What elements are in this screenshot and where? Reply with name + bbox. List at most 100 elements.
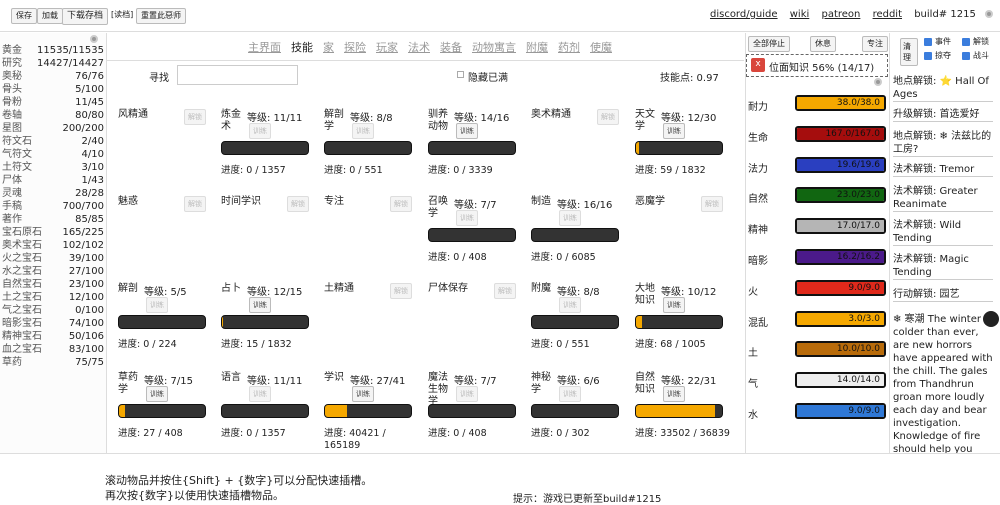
unlock-button[interactable]: 解锁 (390, 283, 412, 299)
resource-value: 85/85 (75, 214, 104, 225)
skill-level: 等级: 7/7 (454, 376, 497, 387)
resource-value: 27/100 (68, 266, 104, 277)
resource-name: 骨头 (2, 84, 22, 95)
tab-7[interactable]: 动物寓言 (472, 41, 516, 54)
unlock-button[interactable]: 解锁 (184, 109, 206, 125)
resource-value: 11535/11535 (37, 45, 104, 56)
skills-panel: 寻找 隐藏已满 技能点: 0.97 风精通 解锁 炼金术 等级: 11/11 训练 进度:… (107, 60, 744, 453)
patreon-link[interactable]: patreon (821, 9, 860, 20)
reset-button[interactable]: 重置此惡师 (136, 8, 186, 24)
tab-5[interactable]: 法术 (408, 41, 430, 54)
log-entry: 地点解锁: ❄ 法兹比的工房? (893, 130, 993, 157)
train-button[interactable]: 训练 (456, 210, 478, 226)
stop-all-button[interactable]: 全部停止 (748, 36, 790, 52)
train-button[interactable]: 训练 (663, 123, 685, 139)
train-button[interactable]: 训练 (352, 123, 374, 139)
resource-name: 精神宝石 (2, 331, 42, 342)
filter-loot-label: 掠夺 (935, 51, 951, 60)
skill-progress: 进度: 0 / 408 (428, 428, 487, 439)
skill-progress: 进度: 0 / 551 (531, 339, 590, 350)
wiki-link[interactable]: wiki (790, 9, 810, 20)
resource-row: 黄金 11535/11535 (2, 44, 104, 57)
tab-8[interactable]: 附魔 (526, 41, 548, 54)
skill-card: 土精通 解锁 (324, 283, 424, 371)
read-save-button[interactable]: [读档] (107, 8, 137, 22)
unlock-button[interactable]: 解锁 (390, 196, 412, 212)
tab-3[interactable]: 探险 (344, 41, 366, 54)
resource-name: 气符文 (2, 149, 32, 160)
train-button[interactable]: 训练 (249, 297, 271, 313)
train-button[interactable]: 训练 (559, 386, 581, 402)
unlock-button[interactable]: 解锁 (494, 283, 516, 299)
discord-icon[interactable] (983, 311, 999, 327)
focus-button[interactable]: 专注 (862, 36, 888, 52)
resource-name: 奥秘 (2, 71, 22, 82)
skill-card: 召唤学 等级: 7/7 训练 进度: 0 / 408 (428, 196, 528, 284)
skill-progress: 进度: 33502 / 36839 (635, 428, 730, 439)
tab-9[interactable]: 药剂 (558, 41, 580, 54)
resource-value: 5/100 (75, 84, 104, 95)
unlock-button[interactable]: 解锁 (287, 196, 309, 212)
footer: 滚动物品并按住{Shift} + {数字}可以分配快速插槽。 再次按{数字}以使… (0, 453, 1000, 505)
tab-0[interactable]: 主界面 (248, 41, 281, 54)
train-button[interactable]: 训练 (663, 297, 685, 313)
search-input[interactable] (177, 65, 298, 85)
skill-progress-bar (635, 404, 723, 418)
tab-6[interactable]: 装备 (440, 41, 462, 54)
skill-level: 等级: 5/5 (144, 287, 187, 298)
skill-progress-bar (221, 141, 309, 155)
stat-name: 精神 (748, 225, 768, 237)
tab-2[interactable]: 家 (323, 41, 334, 54)
load-button[interactable]: 加载 (37, 8, 63, 24)
clear-log-button[interactable]: 清理 (900, 38, 918, 66)
unlock-button[interactable]: 解锁 (184, 196, 206, 212)
close-task-button[interactable]: x (751, 58, 765, 72)
tab-4[interactable]: 玩家 (376, 41, 398, 54)
stat-name: 法力 (748, 163, 768, 175)
settings-gear-icon[interactable] (985, 10, 993, 18)
skill-card: 专注 解锁 (324, 196, 424, 284)
train-button[interactable]: 训练 (352, 386, 374, 402)
reddit-link[interactable]: reddit (873, 9, 902, 20)
skill-name: 神秘学 (531, 372, 551, 395)
skill-progress-bar (428, 141, 516, 155)
filter-unlocks[interactable]: 解锁 (962, 36, 989, 47)
filter-loot[interactable]: 掠夺 (924, 50, 951, 61)
tab-10[interactable]: 使魔 (590, 41, 612, 54)
resource-name: 奥术宝石 (2, 240, 42, 251)
discord-link[interactable]: discord/guide (710, 9, 778, 20)
stat-bar: 23.0/23.0 (795, 187, 886, 204)
rest-button[interactable]: 休息 (810, 36, 836, 52)
skill-progress-bar (221, 404, 309, 418)
train-button[interactable]: 训练 (456, 123, 478, 139)
skill-progress: 进度: 0 / 551 (324, 165, 383, 176)
train-button[interactable]: 训练 (559, 297, 581, 313)
unlock-button[interactable]: 解锁 (597, 109, 619, 125)
stats-gear-icon[interactable] (874, 78, 882, 86)
unlock-button[interactable]: 解锁 (701, 196, 723, 212)
hide-full-checkbox[interactable] (457, 71, 464, 78)
train-button[interactable]: 训练 (146, 297, 168, 313)
train-button[interactable]: 训练 (146, 386, 168, 402)
filter-combat[interactable]: 战斗 (962, 50, 989, 61)
train-button[interactable]: 训练 (249, 386, 271, 402)
train-button[interactable]: 训练 (559, 210, 581, 226)
stat-name: 火 (748, 286, 758, 298)
stat-bar: 14.0/14.0 (795, 372, 886, 389)
skill-progress-bar (635, 315, 723, 329)
log-entry-text: 地点解锁: ❄ 法兹比的工房? (893, 131, 992, 155)
save-button[interactable]: 保存 (11, 8, 37, 24)
skill-level: 等级: 8/8 (557, 287, 600, 298)
resource-value: 0/100 (75, 305, 104, 316)
build-label: build# 1215 (914, 9, 976, 20)
filter-events[interactable]: 事件 (924, 36, 951, 47)
tab-1[interactable]: 技能 (291, 41, 313, 54)
resource-gear-icon[interactable] (90, 35, 98, 43)
train-button[interactable]: 训练 (663, 386, 685, 402)
skill-progress: 进度: 15 / 1832 (221, 339, 292, 350)
download-save-button[interactable]: 下载存档 (62, 8, 109, 25)
resource-name: 手稿 (2, 201, 22, 212)
train-button[interactable]: 训练 (249, 123, 271, 139)
log-entry: 法术解锁: Magic Tending (893, 253, 993, 280)
train-button[interactable]: 训练 (456, 386, 478, 402)
